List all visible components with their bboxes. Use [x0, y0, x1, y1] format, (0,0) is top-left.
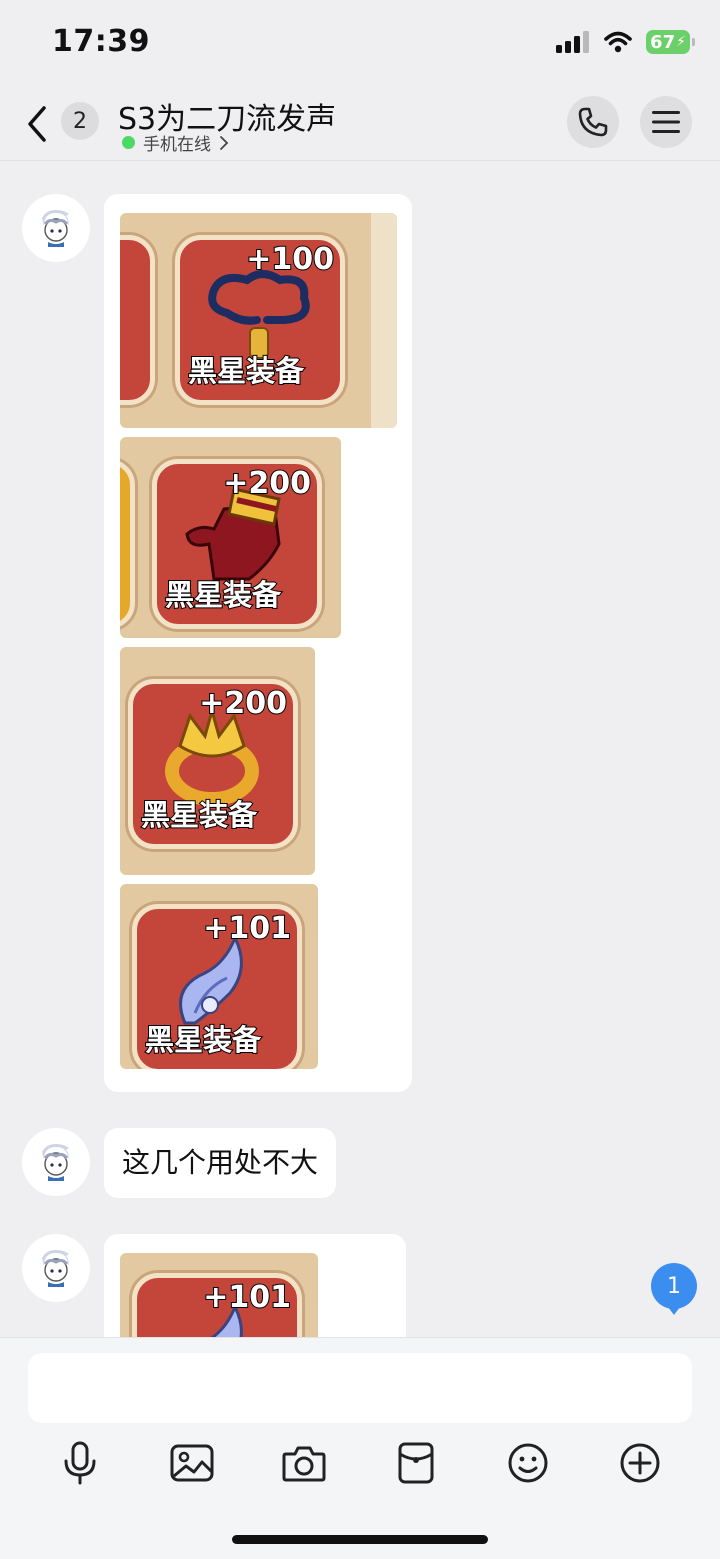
avatar-icon [42, 1144, 69, 1181]
camera-button[interactable] [279, 1438, 329, 1488]
text-message[interactable]: 这几个用处不大 [104, 1128, 337, 1198]
chat-header: 2 S3为二刀流发声 手机在线 [0, 86, 720, 161]
bonus-label: +101 [202, 1279, 292, 1316]
menu-button[interactable] [640, 96, 692, 148]
partial-item-card [120, 235, 155, 405]
more-button[interactable] [615, 1438, 665, 1488]
unread-count-badge[interactable]: 2 [61, 102, 99, 140]
message-input[interactable] [28, 1353, 692, 1423]
menu-icon [652, 111, 680, 133]
sender-avatar[interactable] [22, 1128, 90, 1196]
emoji-icon [508, 1443, 548, 1483]
partial-item-card [120, 459, 135, 629]
equipment-label: 黑星装备 [164, 577, 282, 613]
image-thumbnail[interactable]: +100 黑星装备 [120, 213, 397, 428]
emoji-button[interactable] [503, 1438, 553, 1488]
wing-icon [179, 934, 243, 1025]
battery-indicator: 67 ⚡ [646, 30, 695, 54]
signal-icon [556, 31, 589, 53]
home-indicator[interactable] [232, 1535, 488, 1544]
presence-status[interactable]: 手机在线 [122, 130, 229, 155]
chevron-right-icon [220, 135, 229, 150]
bonus-label: +200 [198, 685, 288, 722]
composer-toolbar [0, 1438, 720, 1488]
voice-call-button[interactable] [567, 96, 619, 148]
tile-edge [371, 213, 397, 428]
bonus-label: +200 [222, 465, 312, 502]
ring-icon [165, 706, 259, 806]
item-card: +101 [132, 1273, 302, 1337]
image-thumbnail[interactable]: +101 黑星装备 [120, 884, 318, 1069]
item-card: +101 黑星装备 [132, 904, 302, 1069]
plus-icon [620, 1443, 660, 1483]
image-thumbnail[interactable]: +101 [120, 1253, 318, 1337]
camera-icon [282, 1446, 326, 1482]
wifi-icon [604, 31, 632, 53]
image-thumbnail[interactable]: +200 黑星装备 [120, 437, 341, 638]
charging-icon: ⚡ [676, 34, 686, 50]
online-dot-icon [122, 136, 135, 149]
item-card: +100 黑星装备 [175, 235, 345, 405]
status-time: 17:39 [52, 24, 150, 59]
red-packet-icon [398, 1442, 434, 1484]
status-bar: 17:39 67 ⚡ [0, 0, 720, 86]
red-packet-button[interactable] [391, 1438, 441, 1488]
equipment-label: 黑星装备 [140, 797, 258, 833]
new-message-badge[interactable]: 1 [651, 1263, 697, 1315]
status-indicators: 67 ⚡ [556, 30, 695, 54]
composer-area [0, 1337, 720, 1559]
avatar-icon [42, 210, 69, 247]
image-message[interactable]: +101 [104, 1234, 406, 1337]
presence-label: 手机在线 [143, 135, 211, 155]
phone-icon [578, 107, 608, 137]
microphone-icon [64, 1441, 96, 1485]
image-thumbnail[interactable]: +200 黑星装备 [120, 647, 315, 875]
item-card: +200 黑星装备 [152, 459, 322, 629]
bonus-label: +100 [245, 241, 335, 278]
image-message[interactable]: +100 黑星装备 +200 黑星装备 +200 黑星装备 +101 黑星装备 [104, 194, 412, 1092]
back-icon[interactable] [24, 104, 52, 144]
image-icon [170, 1444, 214, 1482]
equipment-label: 黑星装备 [187, 353, 305, 389]
voice-button[interactable] [55, 1438, 105, 1488]
sender-avatar[interactable] [22, 1234, 90, 1302]
battery-level: 67 [650, 31, 676, 53]
sender-avatar[interactable] [22, 194, 90, 262]
item-card: +200 黑星装备 [128, 679, 298, 849]
album-button[interactable] [167, 1438, 217, 1488]
equipment-label: 黑星装备 [144, 1022, 262, 1058]
avatar-icon [42, 1250, 69, 1287]
bonus-label: +101 [202, 910, 292, 947]
